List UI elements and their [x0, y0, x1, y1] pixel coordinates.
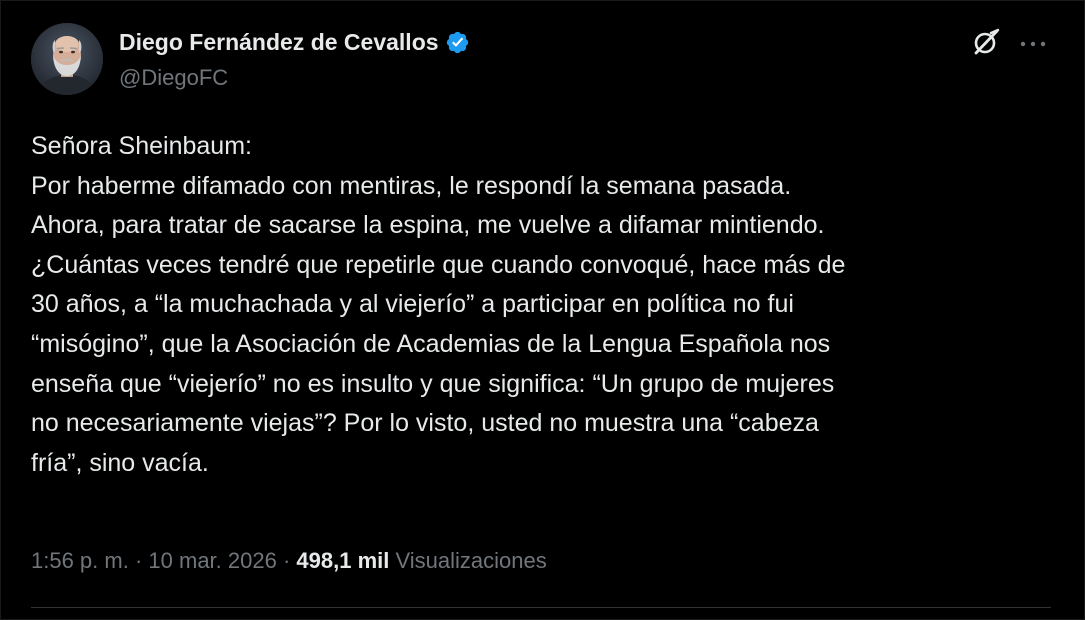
views-count: 498,1 mil: [296, 548, 390, 573]
grok-button[interactable]: [969, 27, 1003, 61]
tweet-text-line: ¿Cuántas veces tendré que repetirle que …: [31, 250, 846, 279]
tweet-text-line: Ahora, para tratar de sacarse la espina,…: [31, 211, 825, 240]
tweet-text-line: “misógino”, que la Asociación de Academi…: [31, 329, 831, 358]
more-options-button[interactable]: [1015, 27, 1051, 61]
tweet-text-line: no necesariamente viejas”? Por lo visto,…: [31, 409, 819, 438]
more-dots-icon: [1019, 35, 1047, 53]
tweet-text-line: Señora Sheinbaum:: [31, 132, 252, 160]
tweet-text: Señora Sheinbaum: Por haberme difamado c…: [31, 127, 1061, 483]
author-display-name[interactable]: Diego Fernández de Cevallos: [119, 29, 439, 56]
tweet-text-line: enseña que “viejerío” no es insulto y qu…: [31, 369, 835, 398]
divider: [31, 607, 1051, 608]
views-label: Visualizaciones: [395, 548, 547, 573]
avatar-photo: [31, 23, 103, 95]
verified-badge-icon: [445, 30, 470, 55]
tweet-metadata: 1:56 p. m. · 10 mar. 2026 · 498,1 mil Vi…: [31, 546, 547, 576]
avatar[interactable]: [31, 23, 103, 95]
meta-separator: ·: [128, 548, 149, 573]
meta-separator: ·: [276, 548, 297, 573]
tweet-text-line: Por haberme difamado con mentiras, le re…: [31, 171, 792, 200]
tweet-date[interactable]: 10 mar. 2026: [148, 548, 276, 573]
tweet-card: Diego Fernández de Cevallos @DiegoFC Señ…: [0, 0, 1085, 620]
grok-icon: [971, 27, 1001, 62]
author-name-row: Diego Fernández de Cevallos: [119, 27, 470, 57]
author-handle[interactable]: @DiegoFC: [119, 65, 228, 91]
tweet-time[interactable]: 1:56 p. m.: [31, 548, 129, 573]
tweet-text-line: 30 años, a “la muchachada y al viejerío”…: [31, 290, 794, 319]
tweet-text-line: fría”, sino vacía.: [31, 448, 209, 477]
